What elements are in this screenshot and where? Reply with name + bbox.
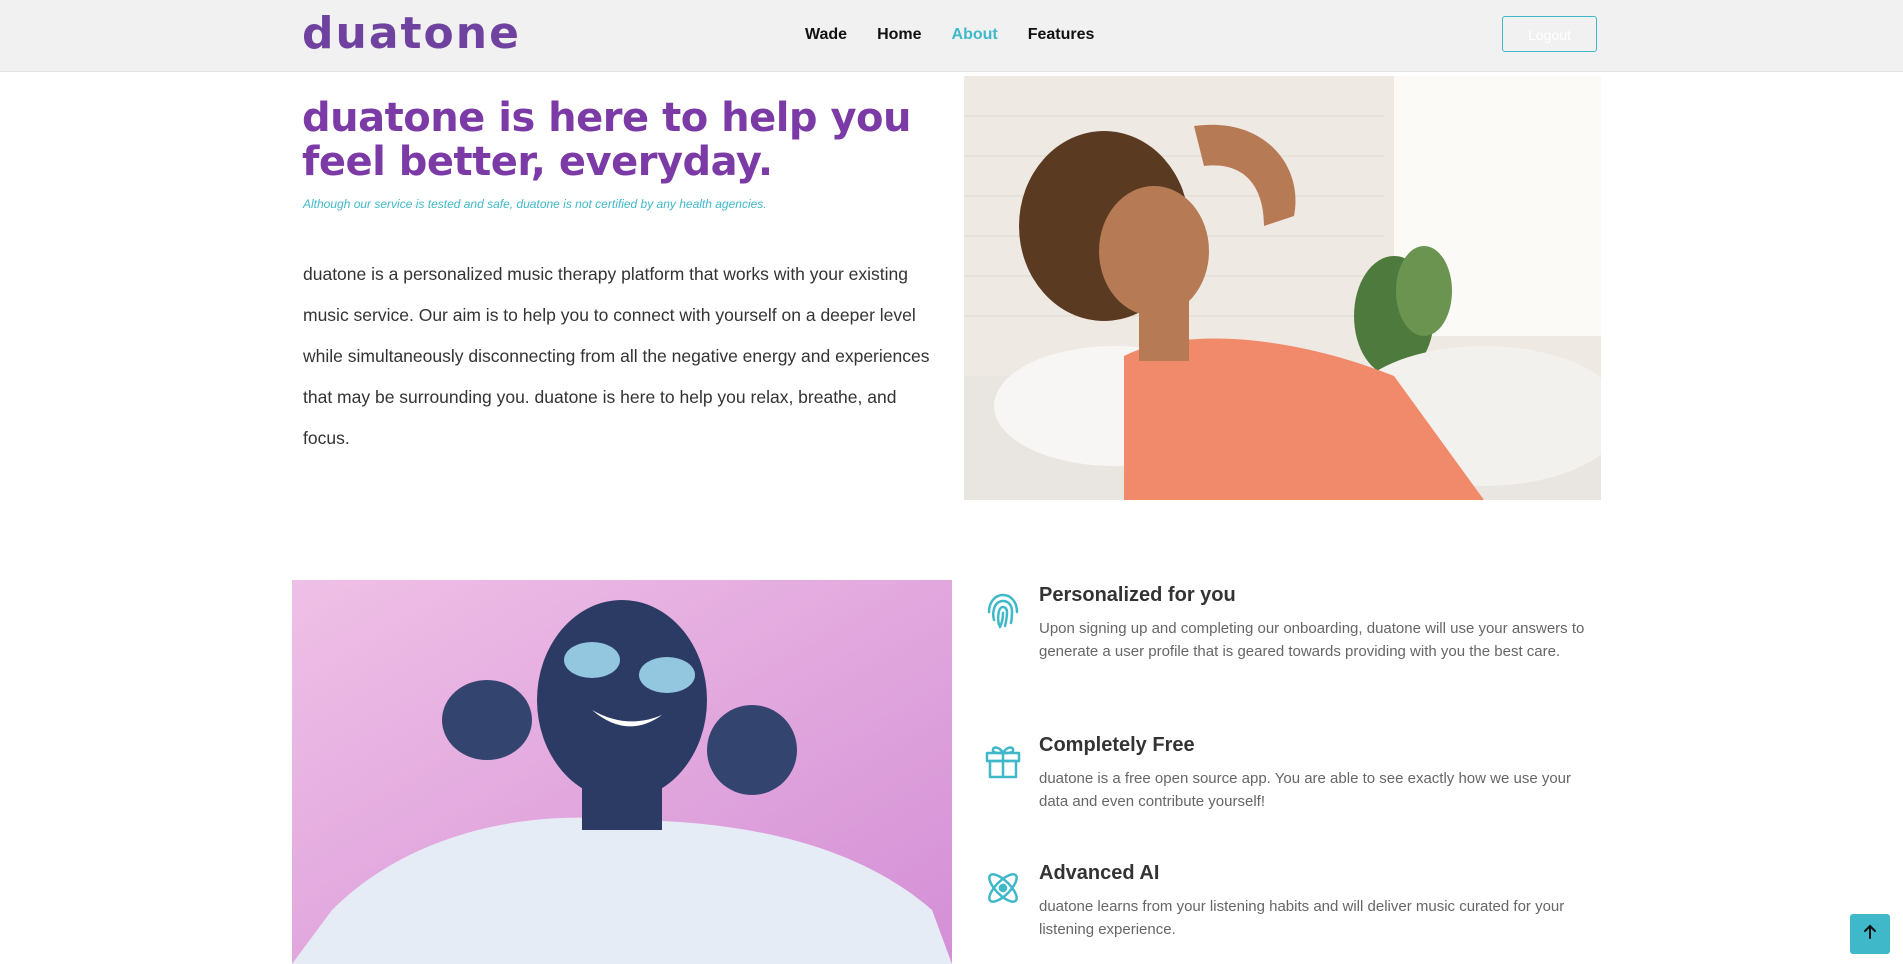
feature-title: Completely Free [1039,734,1195,756]
nav-item-wade[interactable]: Wade [805,24,847,46]
logout-button[interactable]: Logout [1502,16,1597,52]
feature-description: duatone is a free open source app. You a… [1039,770,1572,810]
site-logo[interactable]: duatone [302,8,521,60]
arrow-up-icon [1862,924,1878,944]
hero-title: duatone is here to help you feel better,… [302,95,912,185]
woman-listening-image [964,76,1601,500]
feature-title: Personalized for you [1039,584,1236,606]
back-to-top-button[interactable] [1850,914,1890,954]
main-nav: Wade Home About Features [805,24,1124,46]
hero-disclaimer: Although our service is tested and safe,… [303,197,767,211]
feature-title: Advanced AI [1039,862,1160,884]
atom-icon [983,868,1023,908]
nav-item-about[interactable]: About [952,24,998,46]
hero-description: duatone is a personalized music therapy … [303,264,930,448]
feature-description: Upon signing up and completing our onboa… [1039,620,1585,660]
nav-item-home[interactable]: Home [877,24,921,46]
man-with-earbuds-image [292,580,952,964]
site-header: duatone Wade Home About Features Logout [0,0,1903,72]
gift-icon [983,740,1023,780]
nav-item-features[interactable]: Features [1028,24,1095,46]
fingerprint-icon [983,590,1023,630]
feature-description: duatone learns from your listening habit… [1039,898,1565,938]
